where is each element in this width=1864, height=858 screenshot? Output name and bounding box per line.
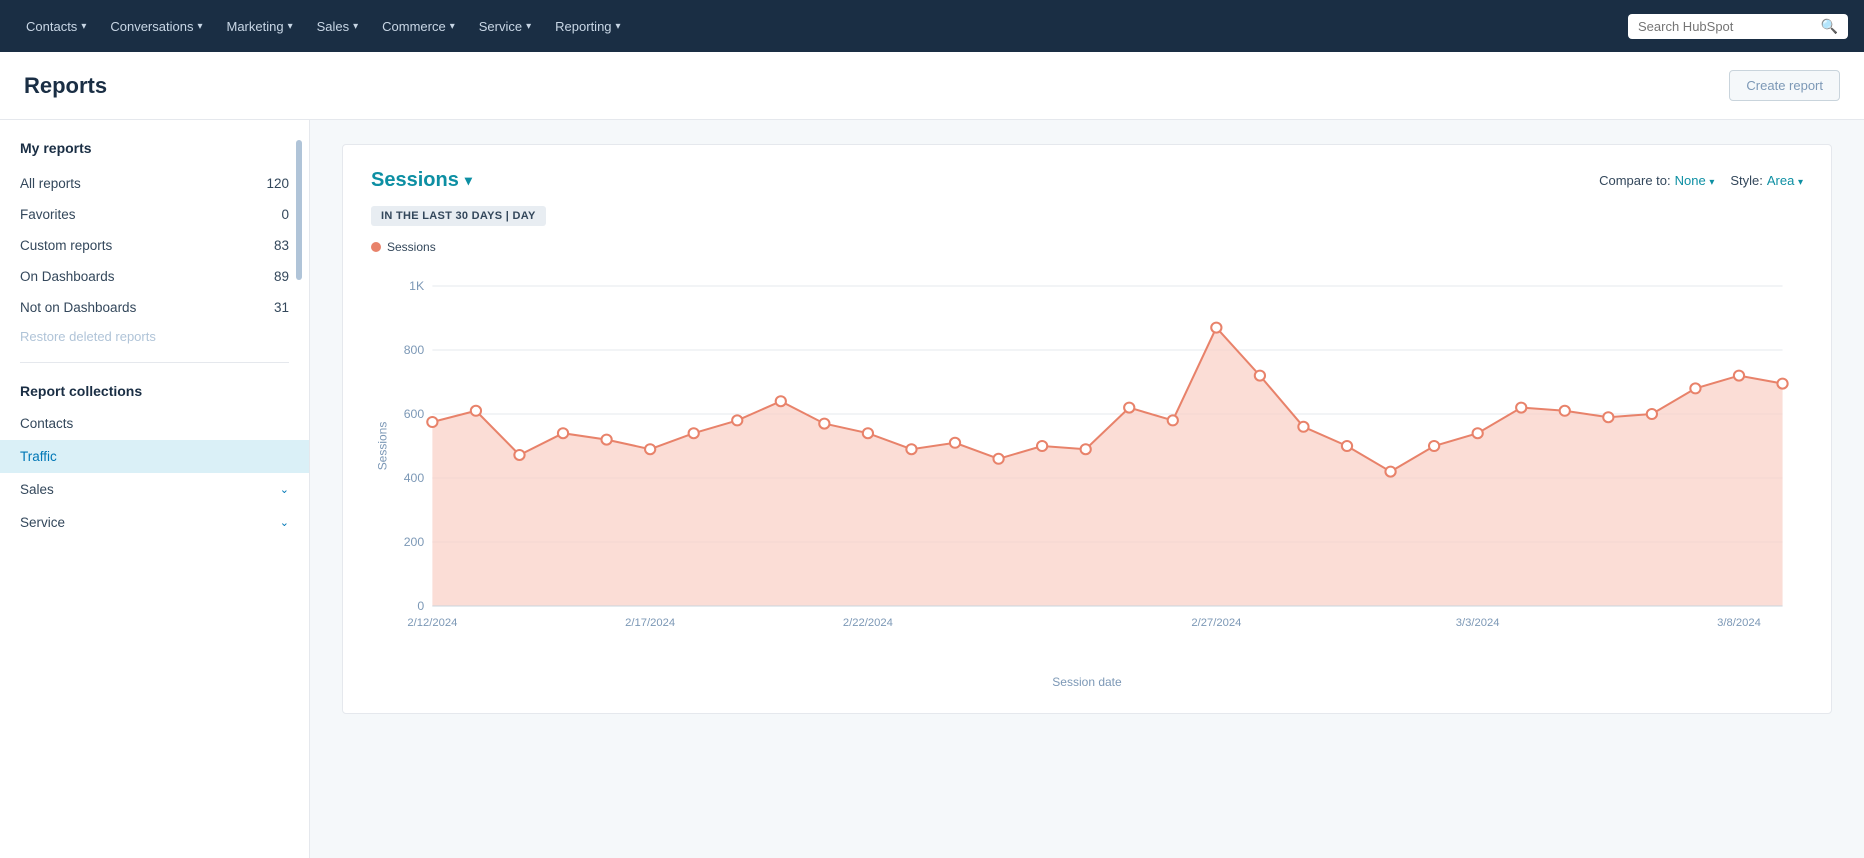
svg-text:2/17/2024: 2/17/2024 [625,617,675,629]
chevron-down-icon: ▾ [353,21,358,32]
nav-service[interactable]: Service ▾ [469,13,541,40]
chart-header: Sessions ▾ Compare to: None ▾ Style: [371,169,1803,192]
content-area: Sessions ▾ Compare to: None ▾ Style: [310,120,1864,858]
sidebar-item-service-collection[interactable]: Service ⌄ [0,506,309,539]
sidebar-item-contacts-collection[interactable]: Contacts [0,407,309,440]
area-chart: 0 200 400 600 800 1K Sessions 2/12/2024 2/17/202… [371,266,1803,666]
nav-contacts[interactable]: Contacts ▾ [16,13,96,40]
sidebar-item-sales-collection[interactable]: Sales ⌄ [0,473,309,506]
report-collections-title: Report collections [0,375,309,407]
svg-text:2/12/2024: 2/12/2024 [407,617,457,629]
my-reports-title: My reports [0,140,309,168]
chevron-down-icon: ▾ [526,21,531,32]
nav-conversations[interactable]: Conversations ▾ [100,13,212,40]
page-title: Reports [24,73,107,99]
chart-container: 0 200 400 600 800 1K Sessions 2/12/2024 2/17/202… [371,266,1803,689]
svg-text:2/22/2024: 2/22/2024 [843,617,893,629]
caret-down-icon: ▾ [465,172,472,189]
compare-to-dropdown[interactable]: None ▾ [1675,173,1715,188]
nav-commerce[interactable]: Commerce ▾ [372,13,465,40]
page-header: Reports Create report [0,52,1864,120]
chevron-down-icon: ▾ [197,21,202,32]
chart-title[interactable]: Sessions ▾ [371,169,472,192]
sidebar-item-on-dashboards[interactable]: On Dashboards 89 [0,261,309,292]
chevron-down-icon: ⌄ [280,516,289,529]
main-layout: My reports All reports 120 Favorites 0 C… [0,120,1864,858]
svg-text:3/3/2024: 3/3/2024 [1456,617,1500,629]
sidebar-item-traffic-collection[interactable]: Traffic [0,440,309,473]
search-icon: 🔍 [1821,18,1838,35]
nav-items: Contacts ▾ Conversations ▾ Marketing ▾ S… [16,13,631,40]
chevron-down-icon: ▾ [616,21,621,32]
svg-text:800: 800 [404,343,425,357]
svg-text:400: 400 [404,471,425,485]
caret-down-icon: ▾ [1709,177,1714,188]
svg-text:1K: 1K [409,279,424,293]
chevron-down-icon: ▾ [450,21,455,32]
chevron-down-icon: ▾ [81,21,86,32]
search-input[interactable] [1638,19,1815,34]
compare-to-control: Compare to: None ▾ [1599,173,1714,188]
top-navigation: Contacts ▾ Conversations ▾ Marketing ▾ S… [0,0,1864,52]
style-dropdown[interactable]: Area ▾ [1767,173,1803,188]
caret-down-icon: ▾ [1798,177,1803,188]
sidebar-item-custom-reports[interactable]: Custom reports 83 [0,230,309,261]
legend-dot-sessions [371,242,381,252]
svg-text:600: 600 [404,407,425,421]
sidebar-item-favorites[interactable]: Favorites 0 [0,199,309,230]
nav-sales[interactable]: Sales ▾ [307,13,369,40]
chart-legend: Sessions [371,240,1803,254]
date-range-badge[interactable]: IN THE LAST 30 DAYS | DAY [371,206,546,226]
restore-deleted-link[interactable]: Restore deleted reports [0,323,309,350]
svg-text:200: 200 [404,535,425,549]
svg-text:0: 0 [417,599,424,613]
scroll-track [295,120,303,858]
style-control: Style: Area ▾ [1730,173,1803,188]
create-report-button[interactable]: Create report [1729,70,1840,101]
sidebar-divider [20,362,289,363]
search-box[interactable]: 🔍 [1628,14,1848,39]
chevron-down-icon: ⌄ [280,483,289,496]
nav-marketing[interactable]: Marketing ▾ [216,13,302,40]
sidebar: My reports All reports 120 Favorites 0 C… [0,120,310,858]
chart-controls: Compare to: None ▾ Style: Area ▾ [1599,173,1803,188]
sidebar-item-not-on-dashboards[interactable]: Not on Dashboards 31 [0,292,309,323]
scroll-thumb[interactable] [296,140,302,280]
nav-reporting[interactable]: Reporting ▾ [545,13,630,40]
sidebar-item-all-reports[interactable]: All reports 120 [0,168,309,199]
svg-text:3/8/2024: 3/8/2024 [1717,617,1761,629]
chevron-down-icon: ▾ [288,21,293,32]
sessions-chart-section: Sessions ▾ Compare to: None ▾ Style: [342,144,1832,714]
svg-text:Sessions: Sessions [375,422,389,471]
x-axis-label: Session date [371,675,1803,689]
svg-text:2/27/2024: 2/27/2024 [1191,617,1241,629]
